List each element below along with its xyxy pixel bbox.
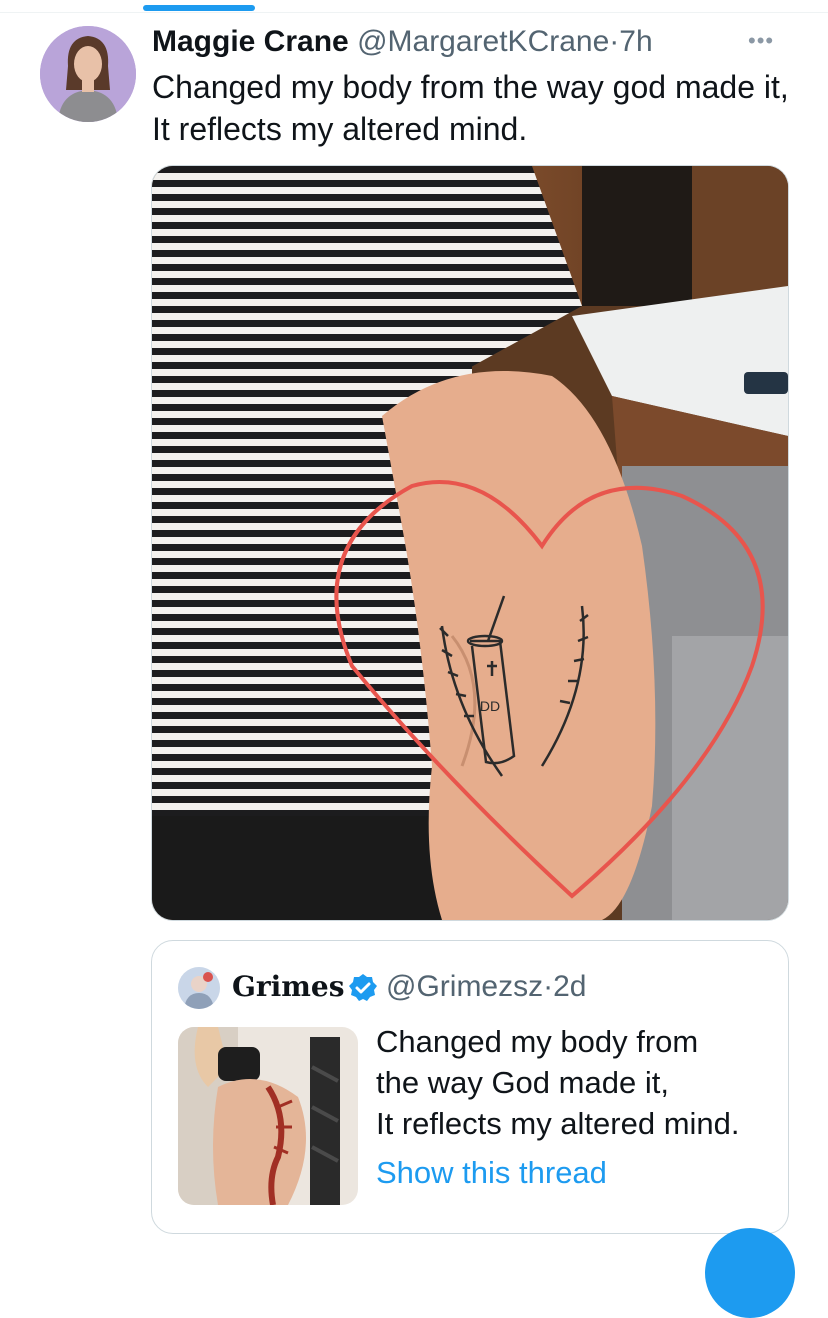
quoted-author-name[interactable]: Grimes bbox=[232, 969, 345, 1005]
meta-separator: · bbox=[609, 25, 620, 58]
tattoo-logo-text: DD bbox=[480, 698, 500, 714]
more-icon[interactable]: ••• bbox=[748, 28, 774, 54]
quoted-meta-separator: · bbox=[543, 970, 554, 1003]
quoted-media-photo[interactable] bbox=[178, 1027, 358, 1205]
top-divider bbox=[0, 12, 828, 13]
author-avatar[interactable] bbox=[40, 26, 136, 122]
compose-button[interactable] bbox=[705, 1228, 795, 1318]
quoted-tweet-card[interactable]: Grimes @Grimezsz·2d Changed my body from… bbox=[151, 940, 789, 1234]
tweet-text-line: It reflects my altered mind. bbox=[152, 111, 528, 147]
show-thread-link[interactable]: Show this thread bbox=[376, 1153, 607, 1193]
verified-icon bbox=[348, 973, 378, 1003]
quoted-author-handle[interactable]: @Grimezsz bbox=[386, 970, 543, 1003]
quoted-text-line: Changed my body from bbox=[376, 1024, 699, 1059]
author-name[interactable]: Maggie Crane bbox=[152, 25, 349, 58]
tab-indicator bbox=[143, 5, 255, 11]
tweet-text: Changed my body from the way god made it… bbox=[152, 66, 812, 150]
tweet-time[interactable]: 7h bbox=[619, 25, 652, 58]
quoted-tweet-text: Changed my body from the way God made it… bbox=[376, 1021, 740, 1144]
quoted-author-avatar[interactable] bbox=[178, 967, 220, 1009]
quoted-text-line: the way God made it, bbox=[376, 1065, 669, 1100]
tweet-text-line: Changed my body from the way god made it… bbox=[152, 69, 789, 105]
tweet-media-photo[interactable]: DD bbox=[151, 165, 789, 921]
author-handle[interactable]: @MargaretKCrane bbox=[357, 25, 609, 58]
tweet-header: Maggie Crane @MargaretKCrane·7h bbox=[152, 22, 653, 62]
quoted-text-line: It reflects my altered mind. bbox=[376, 1106, 740, 1141]
quoted-time[interactable]: 2d bbox=[553, 970, 586, 1003]
quoted-meta: @Grimezsz·2d bbox=[386, 969, 587, 1005]
